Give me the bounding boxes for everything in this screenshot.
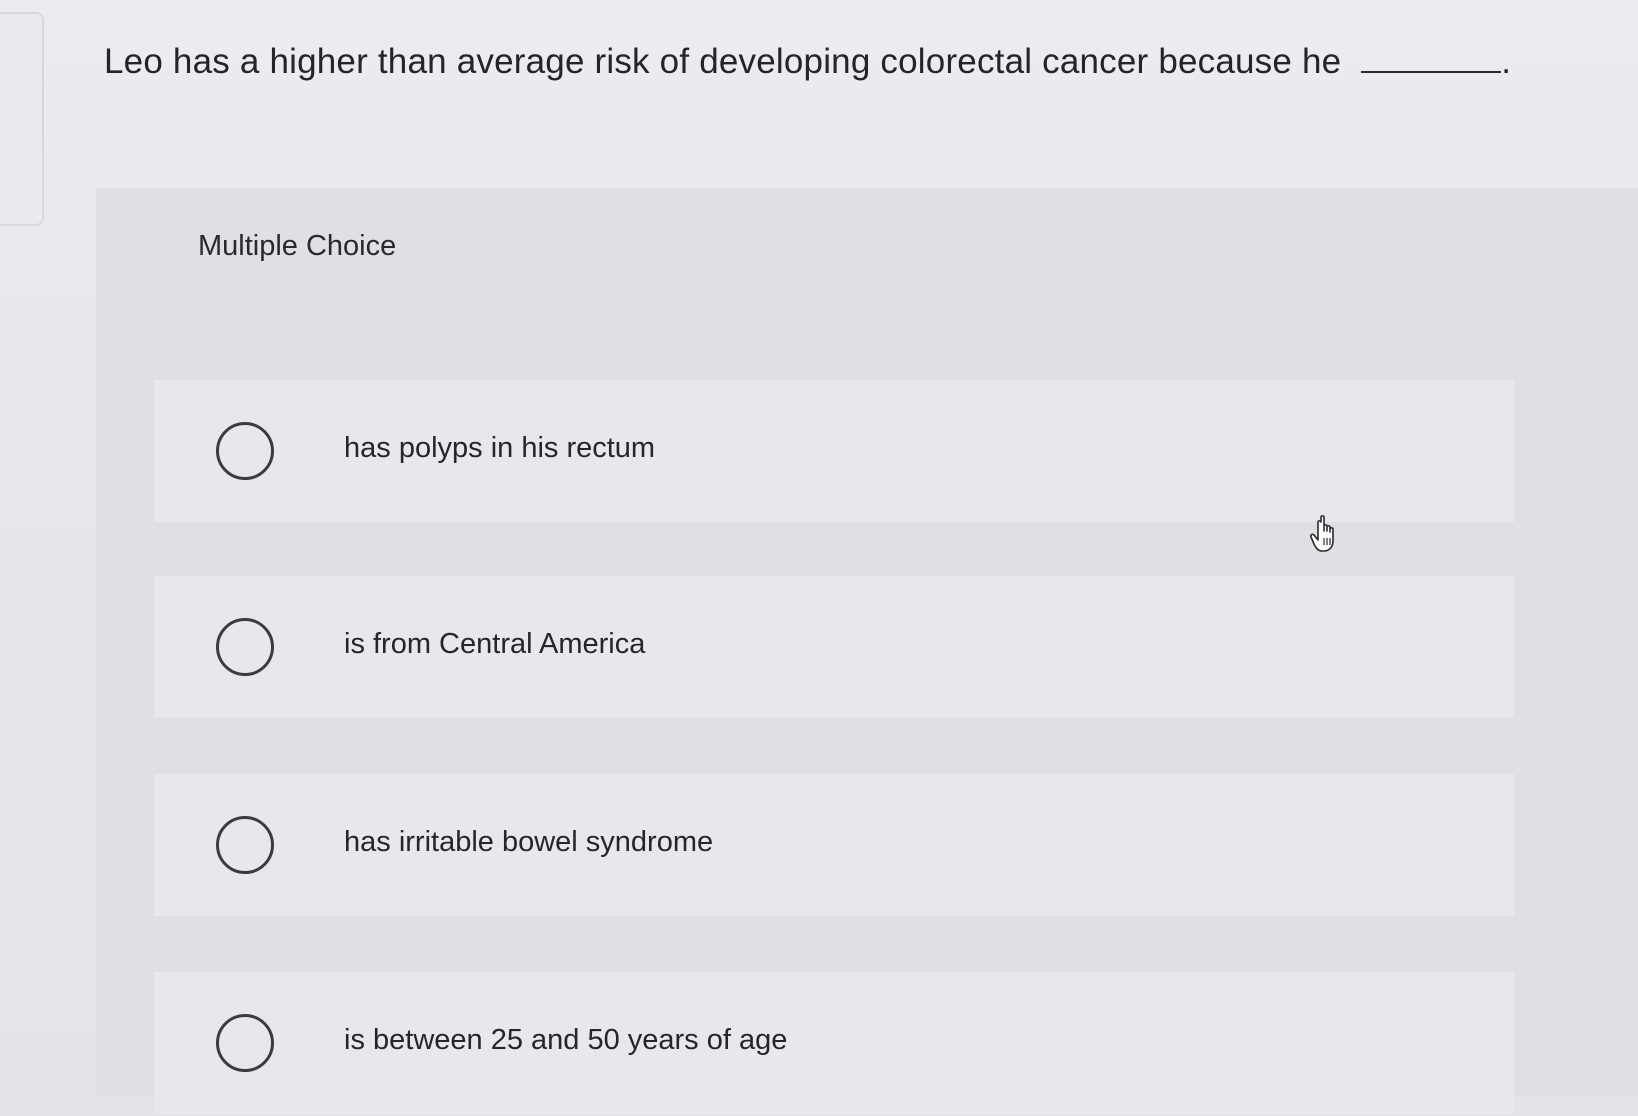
answer-blank — [1361, 43, 1502, 73]
question-period: . — [1501, 42, 1512, 81]
left-side-tab[interactable] — [0, 12, 44, 226]
option-label: has polyps in his rectum — [344, 432, 656, 464]
radio-empty-icon[interactable] — [216, 618, 274, 676]
option-4[interactable]: is between 25 and 50 years of age — [154, 972, 1514, 1114]
option-2[interactable]: is from Central America — [154, 576, 1514, 718]
option-1[interactable]: has polyps in his rectum — [154, 380, 1514, 522]
option-label: is between 25 and 50 years of age — [344, 1024, 788, 1056]
question-stem: Leo has a higher than average risk of de… — [104, 42, 1342, 81]
question-type-label: Multiple Choice — [198, 230, 397, 262]
quiz-page: Leo has a higher than average risk of de… — [0, 0, 1638, 1116]
radio-empty-icon[interactable] — [216, 1014, 274, 1072]
hand-pointer-icon — [1310, 515, 1334, 552]
option-label: is from Central America — [344, 628, 646, 660]
question-text: Leo has a higher than average risk of de… — [104, 42, 1511, 82]
radio-empty-icon[interactable] — [216, 422, 274, 480]
option-label: has irritable bowel syndrome — [344, 826, 714, 858]
radio-empty-icon[interactable] — [216, 816, 274, 874]
option-3[interactable]: has irritable bowel syndrome — [154, 774, 1514, 916]
